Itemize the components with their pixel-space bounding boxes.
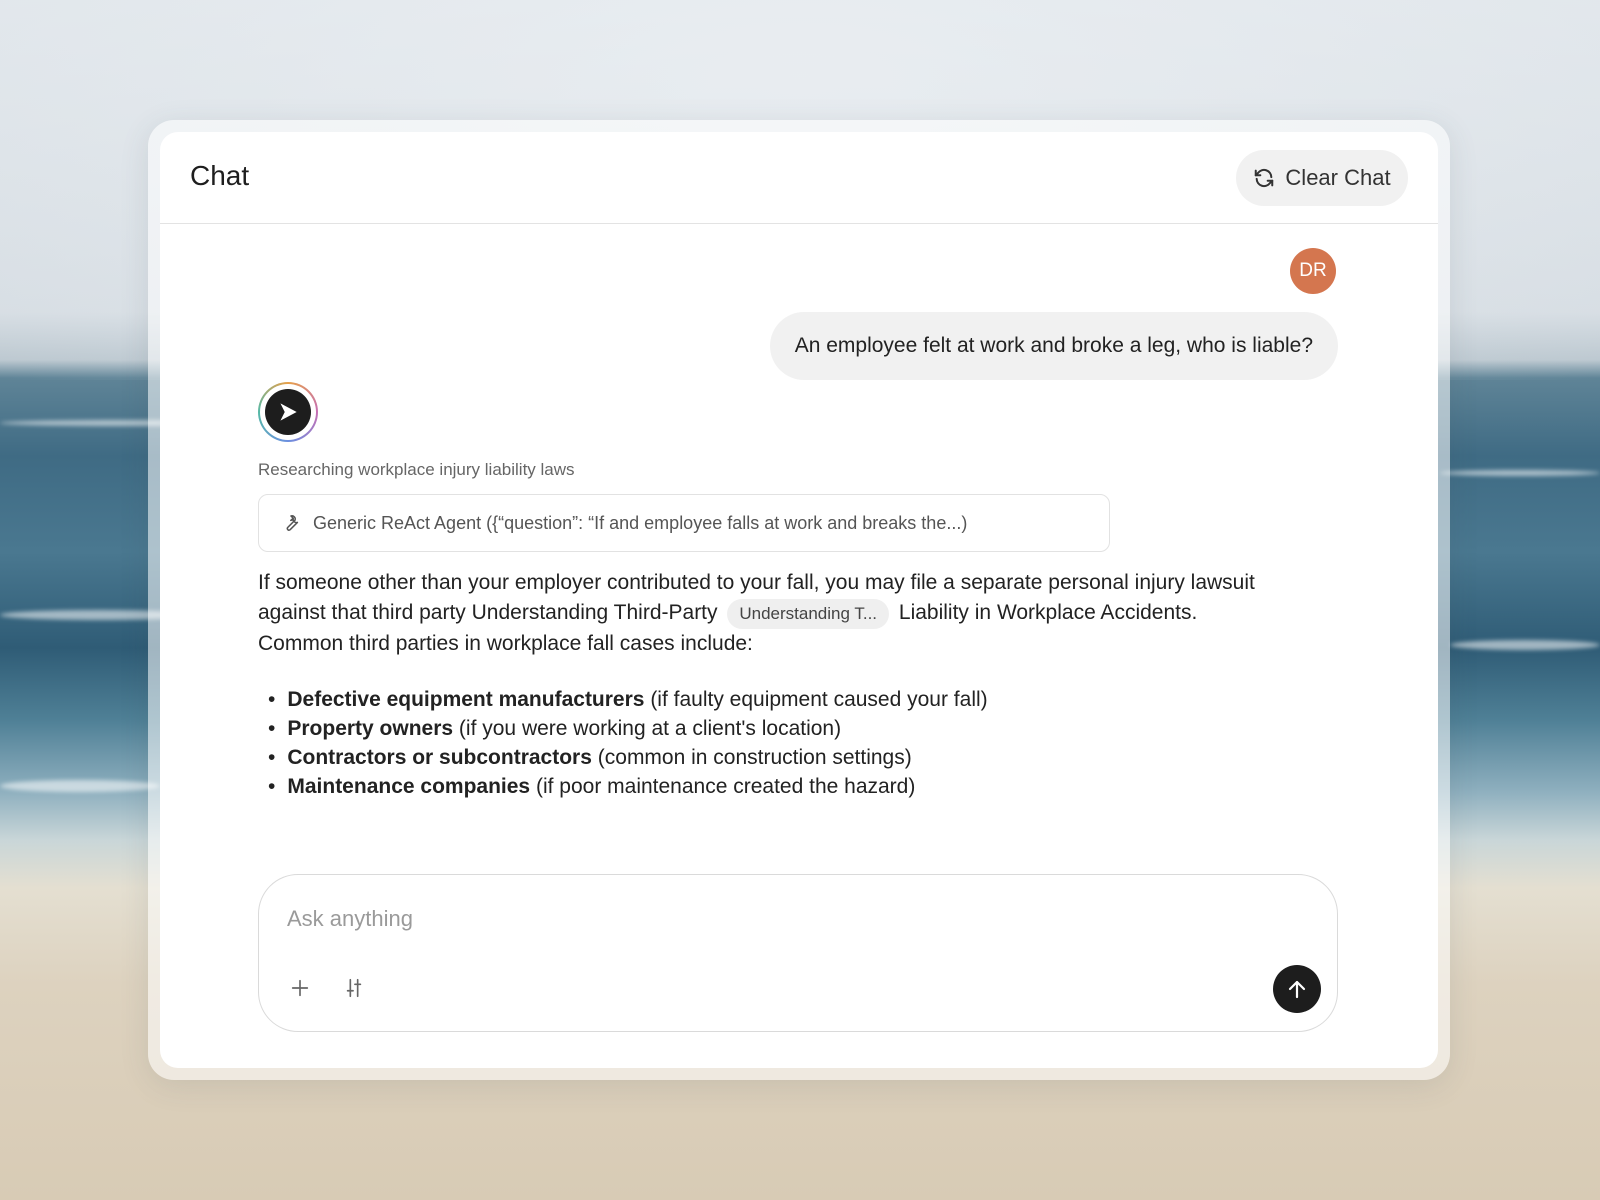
plus-icon[interactable]	[287, 975, 313, 1001]
background-wave	[1440, 470, 1600, 476]
refresh-icon	[1253, 167, 1275, 189]
chat-header: Chat Clear Chat	[160, 132, 1438, 224]
send-button[interactable]	[1273, 965, 1321, 1013]
list-item: Contractors or subcontractors (common in…	[268, 743, 988, 772]
list-item: Property owners (if you were working at …	[268, 714, 988, 743]
list-item: Defective equipment manufacturers (if fa…	[268, 685, 987, 714]
message-composer	[258, 874, 1338, 1032]
background-wave	[0, 780, 160, 792]
assistant-answer: If someone other than your employer cont…	[258, 568, 1268, 659]
user-avatar: DR	[1290, 248, 1336, 294]
wrench-icon	[281, 513, 301, 533]
clear-chat-label: Clear Chat	[1285, 165, 1391, 190]
chat-panel: Chat Clear Chat DR An employee felt at w…	[160, 132, 1438, 1068]
citation-chip[interactable]: Understanding T...	[727, 599, 890, 629]
tool-call-box[interactable]: Generic ReAct Agent ({“question”: “If an…	[258, 494, 1110, 552]
message-input[interactable]	[287, 899, 1187, 939]
tool-call-label: Generic ReAct Agent ({“question”: “If an…	[313, 512, 968, 533]
user-message: An employee felt at work and broke a leg…	[769, 312, 1338, 380]
assistant-status: Researching workplace injury liability l…	[258, 460, 575, 479]
assistant-logo-icon	[258, 382, 318, 442]
list-item: Maintenance companies (if poor maintenan…	[268, 772, 988, 801]
clear-chat-button[interactable]: Clear Chat	[1236, 150, 1408, 206]
third-party-list: Defective equipment manufacturers (if fa…	[268, 685, 988, 801]
page-title: Chat	[190, 160, 250, 191]
sliders-icon[interactable]	[341, 975, 367, 1001]
arrow-up-icon	[1285, 977, 1309, 1001]
background-wave	[1450, 640, 1600, 650]
